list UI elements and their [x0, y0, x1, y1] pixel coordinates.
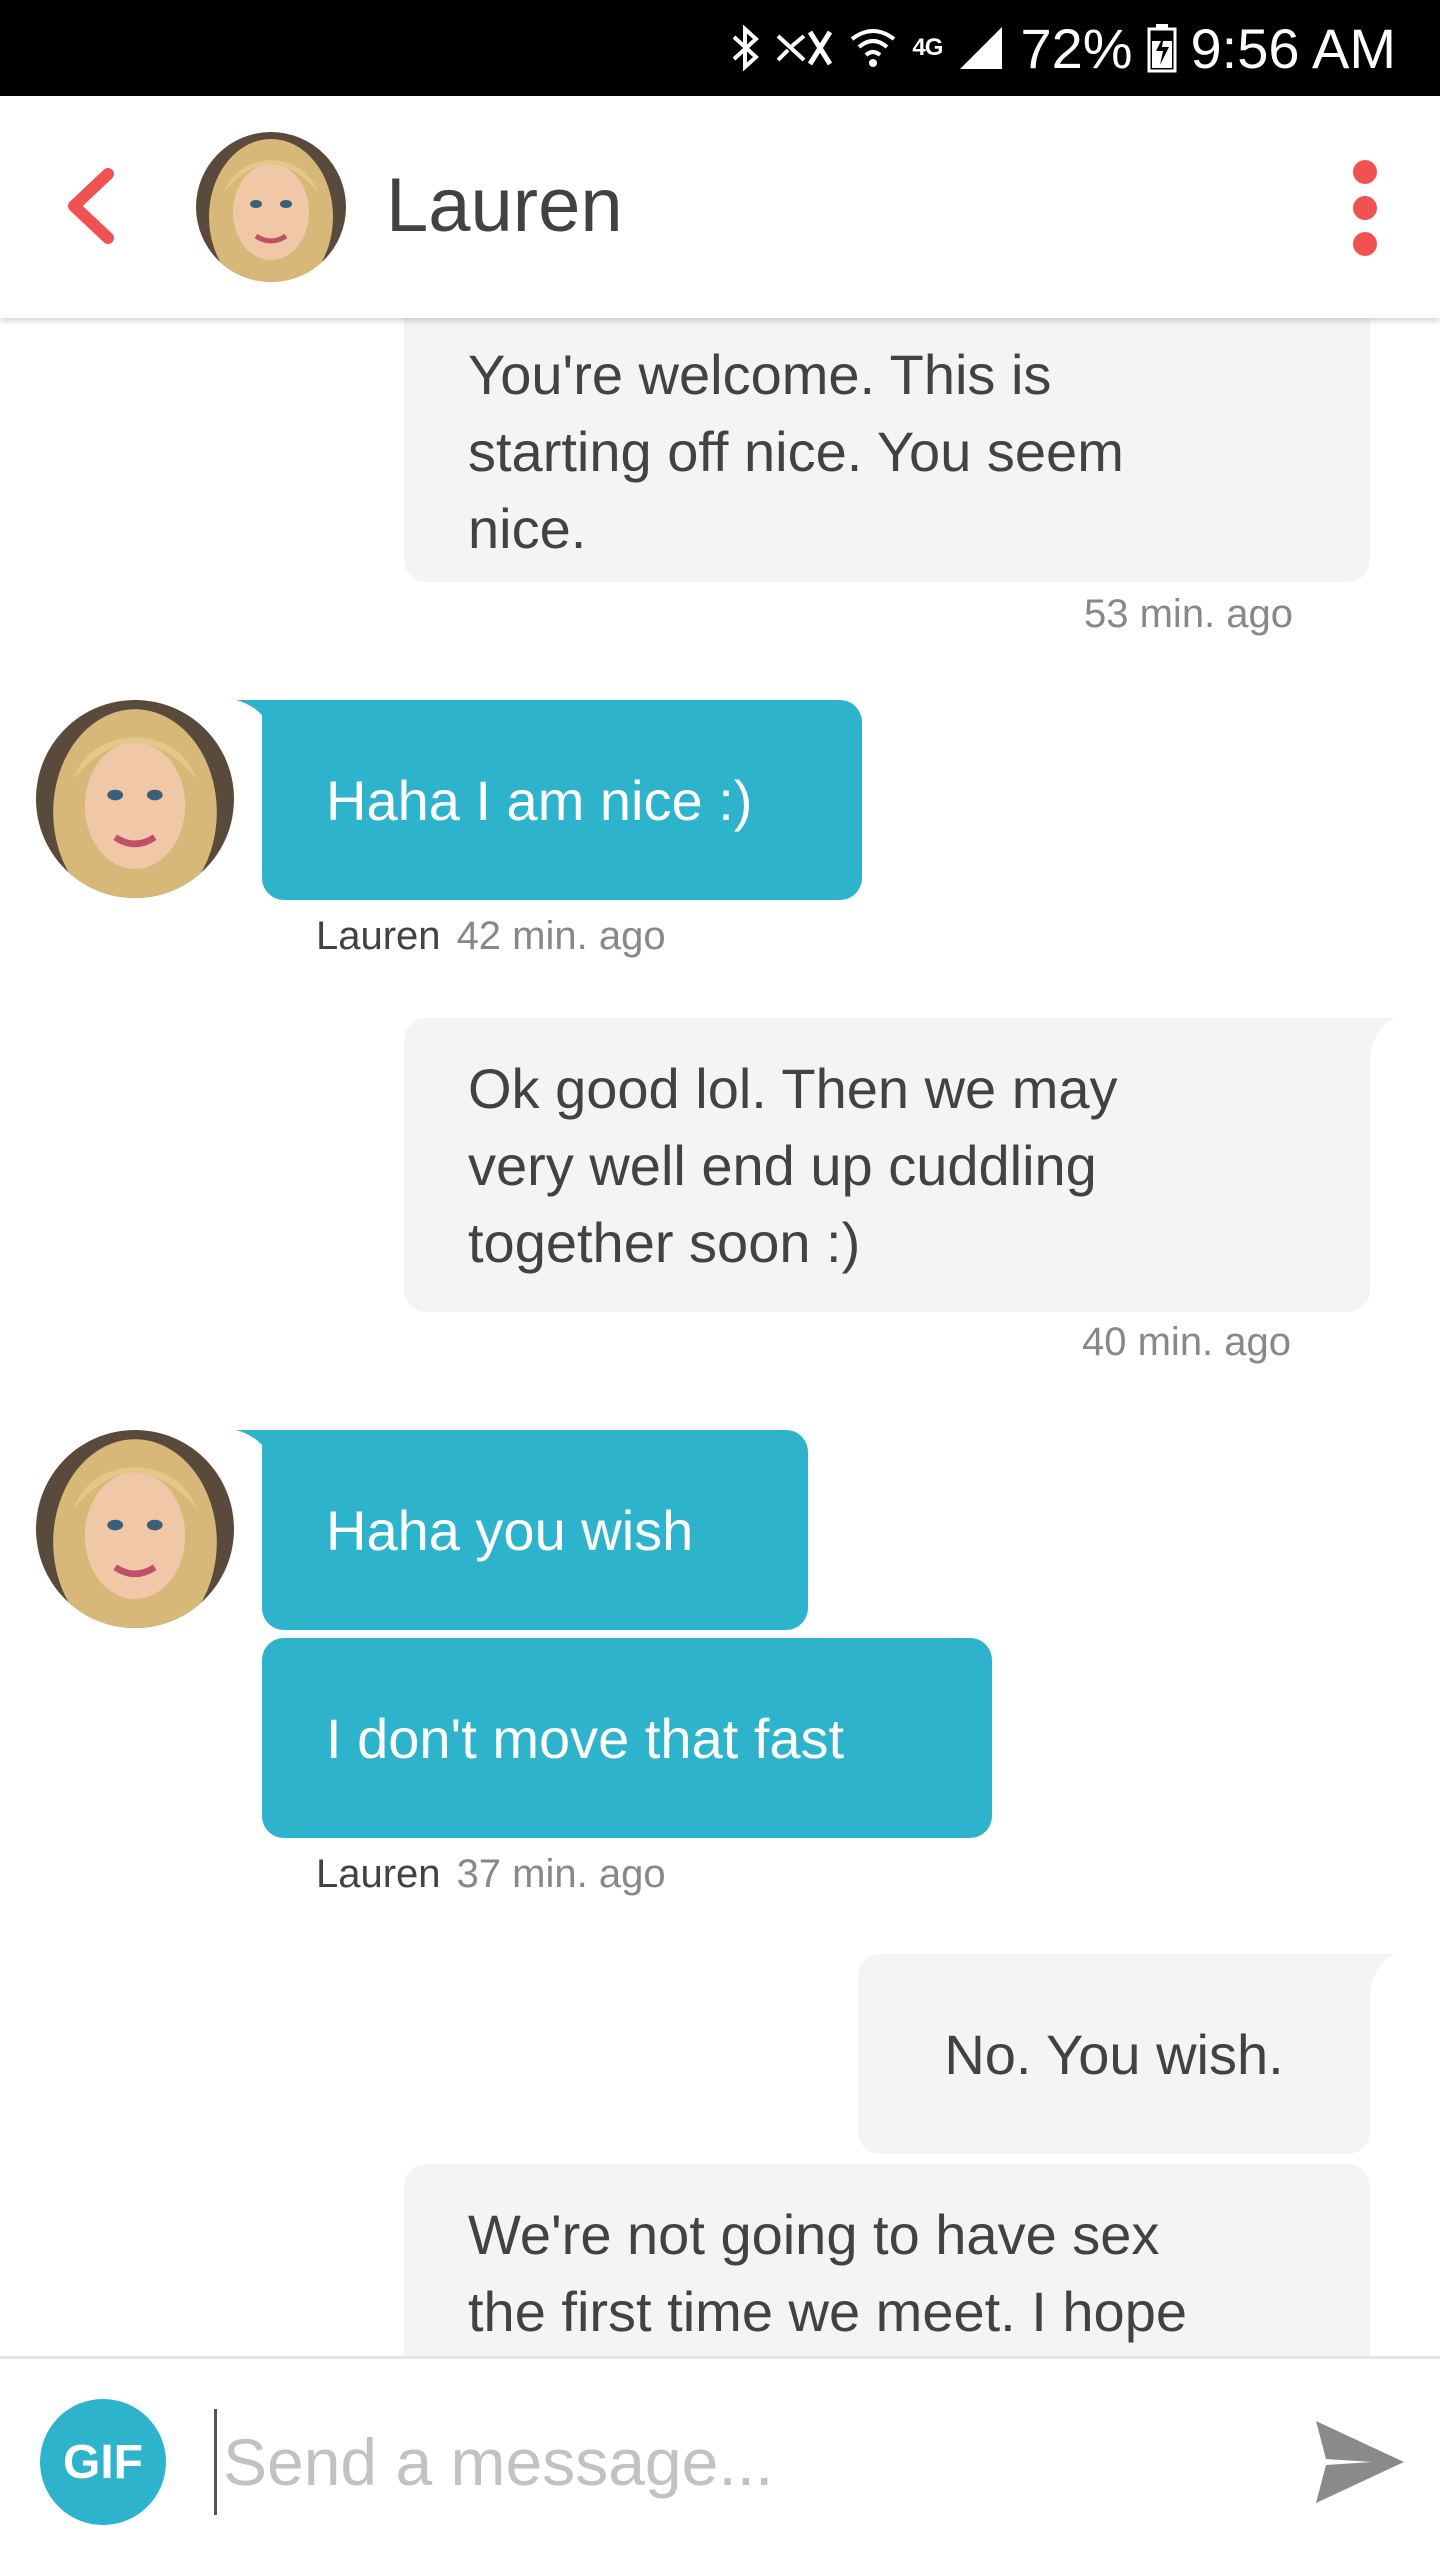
chat-header: Lauren — [0, 96, 1440, 318]
message-timestamp: 42 min. ago — [456, 914, 666, 958]
gif-button[interactable]: GIF — [40, 2399, 166, 2525]
message-meta: Lauren 37 min. ago — [316, 1852, 666, 1897]
send-button[interactable] — [1312, 2415, 1408, 2509]
message-line: Ok good lol. Then we may — [468, 1057, 1118, 1120]
message-line: nice. — [468, 497, 587, 560]
message-line: You're welcome. This is — [468, 343, 1052, 406]
message-line: the first time we meet. I hope — [468, 2280, 1187, 2343]
chevron-left-icon — [68, 168, 114, 244]
received-message[interactable]: I don't move that fast — [262, 1638, 992, 1838]
message-timestamp: 53 min. ago — [1084, 592, 1294, 636]
sender-avatar[interactable] — [36, 1430, 234, 1628]
more-vertical-icon — [1353, 160, 1377, 256]
message-text: Haha you wish — [326, 1498, 694, 1562]
battery-icon — [1147, 23, 1177, 73]
message-text: Haha I am nice :) — [326, 768, 753, 832]
received-message[interactable]: Haha you wish — [262, 1430, 808, 1630]
message-text: No. You wish. — [944, 2022, 1284, 2086]
contact-avatar[interactable] — [196, 132, 346, 282]
bubble-tail — [1366, 1018, 1396, 1058]
sender-avatar[interactable] — [36, 700, 234, 898]
clock: 9:56 AM — [1190, 16, 1396, 80]
sent-message[interactable]: Ok good lol. Then we may very well end u… — [404, 1018, 1370, 1312]
wifi-icon — [848, 25, 898, 71]
bubble-tail — [1366, 1954, 1396, 1994]
message-line: together soon :) — [468, 1211, 861, 1274]
message-line: We're not going to have sex — [468, 2203, 1160, 2266]
message-list[interactable]: You're welcome. This is starting off nic… — [0, 318, 1440, 2358]
mute-icon — [774, 26, 834, 70]
message-input[interactable] — [214, 2409, 1264, 2515]
status-bar: 4G 72% 9:56 AM — [0, 0, 1440, 96]
sent-message[interactable]: No. You wish. — [858, 1954, 1370, 2154]
message-text: I don't move that fast — [326, 1706, 845, 1770]
sent-message[interactable]: We're not going to have sex the first ti… — [404, 2164, 1370, 2358]
message-line: starting off nice. You seem — [468, 420, 1124, 483]
profile-photo — [36, 1430, 234, 1628]
battery-percent: 72% — [1020, 16, 1133, 80]
send-icon — [1316, 2421, 1404, 2503]
received-message[interactable]: Haha I am nice :) — [262, 700, 862, 900]
network-type-label: 4G — [912, 34, 943, 61]
message-timestamp: 37 min. ago — [456, 1852, 666, 1896]
profile-photo — [196, 132, 346, 282]
sender-name: Lauren — [316, 914, 441, 958]
profile-photo — [36, 700, 234, 898]
message-line: very well end up cuddling — [468, 1134, 1097, 1197]
sent-message[interactable]: You're welcome. This is starting off nic… — [404, 318, 1370, 582]
message-meta: Lauren 42 min. ago — [316, 914, 666, 959]
message-timestamp: 40 min. ago — [1082, 1320, 1292, 1364]
back-button[interactable] — [60, 166, 130, 246]
signal-icon — [956, 25, 1006, 71]
contact-name[interactable]: Lauren — [386, 156, 623, 256]
message-composer: GIF — [0, 2356, 1440, 2563]
bluetooth-icon — [730, 25, 760, 71]
more-options-button[interactable] — [1340, 158, 1390, 258]
sender-name: Lauren — [316, 1852, 441, 1896]
